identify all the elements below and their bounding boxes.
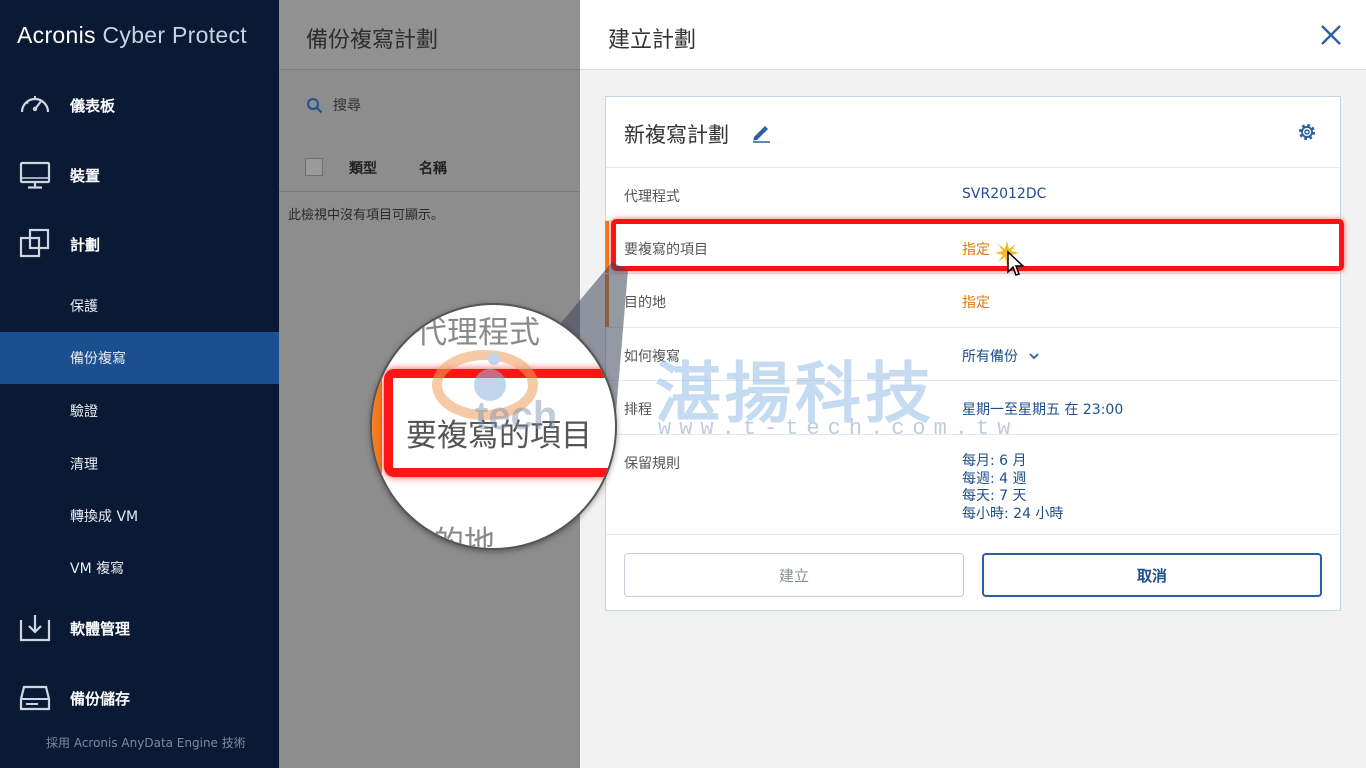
row-items-to-replicate: 要複寫的項目 指定 [605,221,1340,274]
plan-card-header: 新複寫計劃 [606,97,1340,168]
chevron-down-icon [1029,353,1040,360]
zoom-text: 代理程式 [416,315,540,351]
row-schedule: 排程 星期一至星期五 在 23:00 [606,381,1340,435]
dialog-title: 建立計劃 [608,28,697,53]
close-icon[interactable] [1318,22,1344,48]
row-how-to-replicate: 如何複寫 所有備份 [606,328,1340,381]
zoom-text: 目的地 [402,525,495,550]
sidebar-item-convert-to-vm[interactable]: 轉換成 VM [0,490,279,542]
acronis-logo: Acronis Cyber Protect [17,22,247,48]
nav-sub-label: VM 複寫 [70,561,125,577]
row-label: 保留規則 [624,456,680,472]
zoom-marker [372,367,382,473]
nav-dashboard[interactable]: 儀表板 [0,77,279,133]
replication-mode-dropdown[interactable]: 所有備份 [962,346,1040,366]
sidebar-item-backup-replication[interactable]: 備份複寫 [0,332,279,384]
schedule-link[interactable]: 星期一至星期五 在 23:00 [962,399,1123,419]
plan-name: 新複寫計劃 [624,123,729,147]
sidebar-item-validation[interactable]: 驗證 [0,385,279,437]
nav-plans[interactable]: 計劃 [0,216,279,272]
row-retention: 保留規則 每月: 6 月 每週: 4 週 每天: 7 天 每小時: 24 小時 [606,435,1340,535]
zoom-text: 要複寫的項目 [406,418,592,454]
create-plan-dialog: 建立計劃 新複寫計劃 代理程式 SVR2012DC 要複寫的項目 指定 目的地 … [580,0,1366,768]
row-label: 要複寫的項目 [624,242,708,258]
page-title: 備份複寫計劃 [306,28,439,53]
retention-line: 每週: 4 週 [962,470,1027,487]
gear-icon[interactable] [1296,121,1318,143]
nav-backup-storage[interactable]: 備份儲存 [0,670,279,726]
column-type[interactable]: 類型 [349,158,377,178]
create-button[interactable]: 建立 [624,553,964,597]
download-tray-icon [19,615,51,642]
dialog-header: 建立計劃 [580,0,1366,70]
sidebar-footer: 採用 Acronis AnyData Engine 技術 [46,736,246,750]
required-marker [605,274,609,327]
pencil-edit-icon[interactable] [750,121,772,143]
row-label: 排程 [624,402,652,418]
panel-header: 備份複寫計劃 [279,0,580,70]
dropdown-value: 所有備份 [962,349,1018,365]
retention-rules-link[interactable]: 每月: 6 月 每週: 4 週 每天: 7 天 每小時: 24 小時 [962,453,1063,523]
plans-copy-icon [19,228,50,258]
monitor-icon [19,161,51,189]
required-marker [605,221,609,273]
sidebar-item-vm-replication[interactable]: VM 複寫 [0,542,279,594]
table-header: 類型 名稱 [279,142,580,192]
nav-label: 備份儲存 [70,689,131,708]
nav-sub-label: 備份複寫 [70,351,126,367]
sidebar-item-protect[interactable]: 保護 [0,280,279,332]
retention-line: 每天: 7 天 [962,488,1027,504]
search-placeholder: 搜尋 [333,98,361,114]
row-agent: 代理程式 SVR2012DC [606,168,1340,221]
retention-line: 每月: 6 月 [962,453,1027,469]
sidebar: Acronis Cyber Protect 儀表板 裝置 計劃 保護 備份複寫 [0,0,279,768]
zoom-magnifier: 代理程式 要複寫的項目 目的地 [370,303,617,550]
destination-specify-link[interactable]: 指定 [962,292,990,312]
retention-line: 每小時: 24 小時 [962,505,1064,522]
items-specify-link[interactable]: 指定 [962,239,990,259]
nav-sub-label: 驗證 [70,404,98,420]
row-label: 目的地 [624,295,666,311]
select-all-checkbox[interactable] [305,158,323,176]
row-label: 代理程式 [624,189,680,205]
row-destination: 目的地 指定 [605,274,1340,328]
hard-drive-icon [19,685,51,711]
nav-sub-label: 保護 [70,299,98,315]
sidebar-item-cleanup[interactable]: 清理 [0,438,279,490]
search-icon [307,97,323,113]
nav-software-management[interactable]: 軟體管理 [0,600,279,656]
nav-label: 儀表板 [70,96,116,115]
nav-devices[interactable]: 裝置 [0,147,279,203]
agent-value-link[interactable]: SVR2012DC [962,186,1046,202]
nav-sub-label: 清理 [70,457,98,473]
nav-label: 裝置 [70,166,101,185]
dashboard-gauge-icon [20,96,50,113]
nav-label: 計劃 [70,235,101,254]
row-label: 如何複寫 [624,349,680,365]
column-name[interactable]: 名稱 [419,158,447,178]
nav-sub-label: 轉換成 VM [70,509,139,525]
plan-card: 新複寫計劃 代理程式 SVR2012DC 要複寫的項目 指定 目的地 指定 如何… [605,96,1341,611]
empty-state-message: 此檢視中沒有項目可顯示。 [288,208,445,223]
cancel-button[interactable]: 取消 [982,553,1322,597]
nav-label: 軟體管理 [70,619,131,638]
search-box[interactable]: 搜尋 [306,95,361,115]
